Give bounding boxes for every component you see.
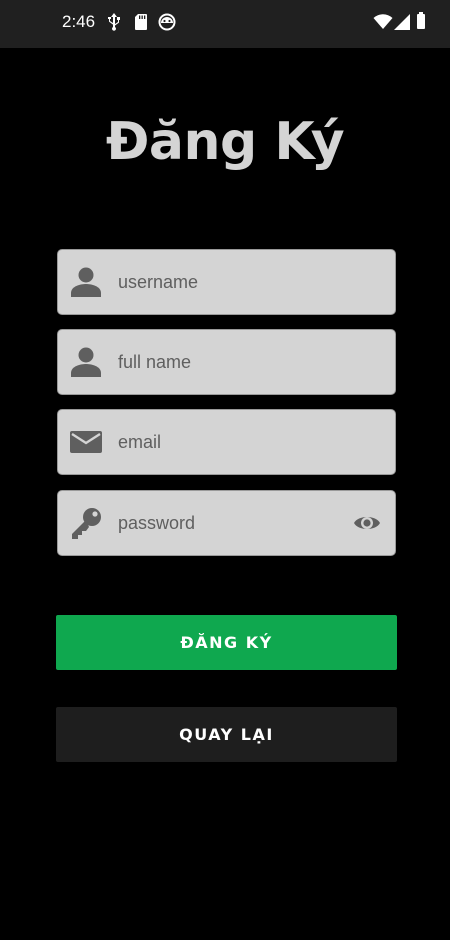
wifi-icon — [373, 14, 393, 29]
person-icon — [71, 347, 101, 377]
back-button[interactable]: QUAY LẠI — [56, 707, 397, 762]
battery-icon — [417, 12, 425, 29]
register-button[interactable]: ĐĂNG KÝ — [56, 615, 397, 670]
email-field[interactable] — [57, 409, 396, 475]
password-input[interactable] — [118, 491, 348, 555]
page-title: Đăng Ký — [105, 112, 345, 172]
signal-icon — [394, 14, 410, 30]
fullname-input[interactable] — [118, 330, 348, 394]
sd-card-icon — [135, 14, 147, 30]
eye-icon[interactable] — [353, 511, 381, 535]
usb-icon — [108, 13, 120, 31]
email-input[interactable] — [118, 410, 348, 474]
email-icon — [70, 431, 102, 453]
person-icon — [71, 267, 101, 297]
status-time: 2:46 — [62, 12, 96, 31]
status-bar: 2:46 — [0, 0, 450, 48]
key-icon — [72, 508, 101, 539]
android-head-icon — [158, 13, 176, 31]
password-field[interactable] — [57, 490, 396, 556]
fullname-field[interactable] — [57, 329, 396, 395]
username-field[interactable] — [57, 249, 396, 315]
username-input[interactable] — [118, 250, 348, 314]
